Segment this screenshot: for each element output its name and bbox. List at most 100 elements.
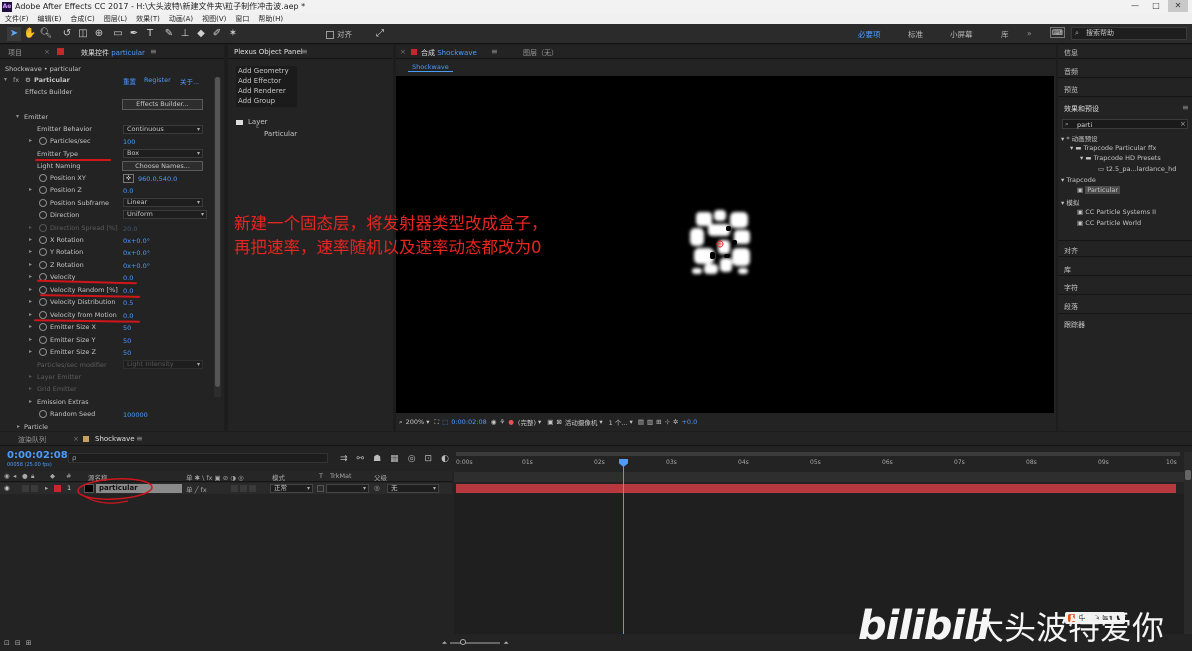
zoom-tool-icon[interactable]: 🔍︎ xyxy=(39,27,53,41)
emitter-type-select[interactable]: Box xyxy=(123,149,203,158)
label-tag-icon[interactable]: ◆ xyxy=(50,472,55,480)
brush-tool-icon[interactable]: ✎ xyxy=(162,27,176,41)
panel-menu-icon[interactable]: ≡ xyxy=(301,47,308,56)
layer-emitter-twirl-icon[interactable]: ▸ xyxy=(29,373,32,380)
table-row[interactable]: ◉ ▸ 1 particular 单 ╱ fx 正常 ◎ 无 xyxy=(0,483,452,494)
rotate-tool-icon[interactable]: ↺ xyxy=(60,27,74,41)
velocity-distribution-twirl-icon[interactable]: ▸ xyxy=(29,298,32,305)
audio-toggle-icon[interactable]: ◂ xyxy=(13,472,16,480)
choose-names-button[interactable]: Choose Names... xyxy=(122,161,203,171)
panel-preview[interactable]: 预览 xyxy=(1064,85,1078,95)
current-time-display[interactable]: 0:00:02:08 xyxy=(451,418,487,426)
solo-toggle-icon[interactable]: ● xyxy=(22,472,28,480)
z-rotation-twirl-icon[interactable]: ▸ xyxy=(29,261,32,268)
emitter-twirl-icon[interactable]: ▾ xyxy=(16,113,19,120)
effect-controls-scrollbar[interactable] xyxy=(214,77,221,397)
x-rotation-value[interactable]: 0x+0.0° xyxy=(123,237,150,245)
panel-menu-icon[interactable]: ≡ xyxy=(1182,103,1189,112)
panel-menu-icon[interactable]: ≡ xyxy=(491,47,498,56)
toggle-switches-icon[interactable]: ⊡ xyxy=(4,639,10,647)
snapshot-icon[interactable]: ◉ xyxy=(491,418,497,426)
panel-tracker[interactable]: 跟踪器 xyxy=(1064,320,1085,330)
switch-box[interactable] xyxy=(231,485,238,492)
stopwatch-icon[interactable] xyxy=(39,137,47,145)
tab-composition[interactable]: 合成 Shockwave xyxy=(421,48,477,58)
direction-spread-value[interactable]: 20.0 xyxy=(123,225,137,233)
y-rotation-value[interactable]: 0x+0.0° xyxy=(123,249,150,257)
layer-solo-box[interactable] xyxy=(22,485,29,492)
text-tool-icon[interactable]: T xyxy=(143,27,157,41)
pen-tool-icon[interactable]: ✒ xyxy=(127,27,141,41)
puppet-tool-icon[interactable]: ✶ xyxy=(226,27,240,41)
motion-blur-icon[interactable]: ◎ xyxy=(408,454,416,464)
align-checkbox-icon[interactable] xyxy=(326,30,334,39)
toggle-in-out-icon[interactable]: ⊞ xyxy=(26,639,32,647)
pixel-aspect-icon[interactable]: ▥ xyxy=(647,418,653,426)
search-help-input[interactable]: ⌕ 搜索帮助 xyxy=(1071,27,1187,40)
stopwatch-icon[interactable] xyxy=(39,298,47,306)
draft-3d-icon[interactable]: ⚯ xyxy=(357,454,365,464)
layer-switches-icon[interactable]: 单 ╱ fx xyxy=(186,484,207,494)
zoom-select[interactable]: 200% xyxy=(406,418,425,426)
stopwatch-icon[interactable] xyxy=(39,311,47,319)
stopwatch-icon[interactable] xyxy=(39,236,47,244)
menu-effect[interactable]: 效果(T) xyxy=(136,14,160,24)
trkmat-select[interactable] xyxy=(326,484,369,493)
emitter-size-y-value[interactable]: 50 xyxy=(123,337,131,345)
menu-animation[interactable]: 动画(A) xyxy=(169,14,193,24)
stopwatch-icon[interactable] xyxy=(39,286,47,294)
video-toggle-icon[interactable]: ◉ xyxy=(4,472,10,480)
emitter-size-z-twirl-icon[interactable]: ▸ xyxy=(29,348,32,355)
about-link[interactable]: 关于... xyxy=(180,76,199,86)
comp-mini-flowchart-icon[interactable]: ⇉ xyxy=(340,454,348,464)
tab-effect-controls[interactable]: 效果控件 particular xyxy=(81,48,145,58)
menu-layer[interactable]: 图层(L) xyxy=(104,14,127,24)
position-z-value[interactable]: 0.0 xyxy=(123,187,133,195)
menu-help[interactable]: 帮助(H) xyxy=(258,14,283,24)
magnification-icon[interactable]: ⌕ xyxy=(399,418,403,427)
fast-previews-icon[interactable]: ▣ xyxy=(547,418,553,426)
velocity-from-motion-twirl-icon[interactable]: ▸ xyxy=(29,311,32,318)
tab-project[interactable]: 项目 xyxy=(8,48,22,58)
layer-twirl-icon[interactable]: ▸ xyxy=(45,484,48,492)
crosshair-icon[interactable]: ✜ xyxy=(123,174,134,183)
layer-parent-select[interactable]: 无 xyxy=(387,484,439,493)
panel-menu-icon[interactable]: ≡ xyxy=(136,434,143,443)
velocity-distribution-value[interactable]: 0.5 xyxy=(123,299,133,307)
stopwatch-icon[interactable] xyxy=(39,261,47,269)
resolution-select[interactable]: (完整) xyxy=(518,417,536,427)
layer-duration-bar[interactable] xyxy=(456,484,1176,493)
zoom-in-icon[interactable]: ⏶ xyxy=(503,639,509,648)
layer-mode-select[interactable]: 正常 xyxy=(270,484,313,493)
clone-stamp-tool-icon[interactable]: ⊥ xyxy=(178,27,192,41)
switch-box[interactable] xyxy=(249,485,256,492)
zoom-out-icon[interactable]: ⏶ xyxy=(442,639,448,648)
work-area-bar[interactable] xyxy=(456,452,1180,456)
flowchart-icon[interactable]: ⊹ xyxy=(665,418,670,426)
velocity-random-twirl-icon[interactable]: ▸ xyxy=(29,286,32,293)
particles-sec-twirl-icon[interactable]: ▸ xyxy=(29,137,32,144)
tree-trapcode[interactable]: ▾ Trapcode xyxy=(1061,176,1096,184)
particles-modifier-select[interactable]: Light Intensity xyxy=(123,360,203,369)
scrollbar-thumb[interactable] xyxy=(1185,470,1191,480)
add-group-button[interactable]: Add Group xyxy=(238,97,275,105)
grid-icon[interactable]: ▤ xyxy=(638,418,644,426)
tree-cc-particle-systems[interactable]: ▣ CC Particle Systems II xyxy=(1077,208,1156,216)
velocity-twirl-icon[interactable]: ▸ xyxy=(29,273,32,280)
effect-twirl-icon[interactable]: ▾ xyxy=(4,76,7,83)
show-snapshot-icon[interactable]: ⚘ xyxy=(499,418,505,426)
camera-select[interactable]: 活动摄像机 xyxy=(565,417,598,427)
timeline-zoom-slider[interactable] xyxy=(450,639,501,645)
playhead[interactable] xyxy=(619,459,629,634)
menu-composition[interactable]: 合成(C) xyxy=(70,14,94,24)
lock-icon[interactable]: 🔒︎ xyxy=(31,472,34,481)
timeline-scrollbar[interactable] xyxy=(1184,452,1192,634)
menu-edit[interactable]: 编辑(E) xyxy=(38,14,62,24)
maximize-button[interactable]: □ xyxy=(1146,0,1166,12)
pickwhip-icon[interactable]: ◎ xyxy=(374,484,380,492)
color-channel-icon[interactable]: ● xyxy=(508,418,514,426)
menu-view[interactable]: 视图(V) xyxy=(202,14,226,24)
direction-select[interactable]: Uniform xyxy=(123,210,207,219)
clear-search-icon[interactable]: × xyxy=(1180,120,1186,128)
position-subframe-select[interactable]: Linear xyxy=(123,198,203,207)
